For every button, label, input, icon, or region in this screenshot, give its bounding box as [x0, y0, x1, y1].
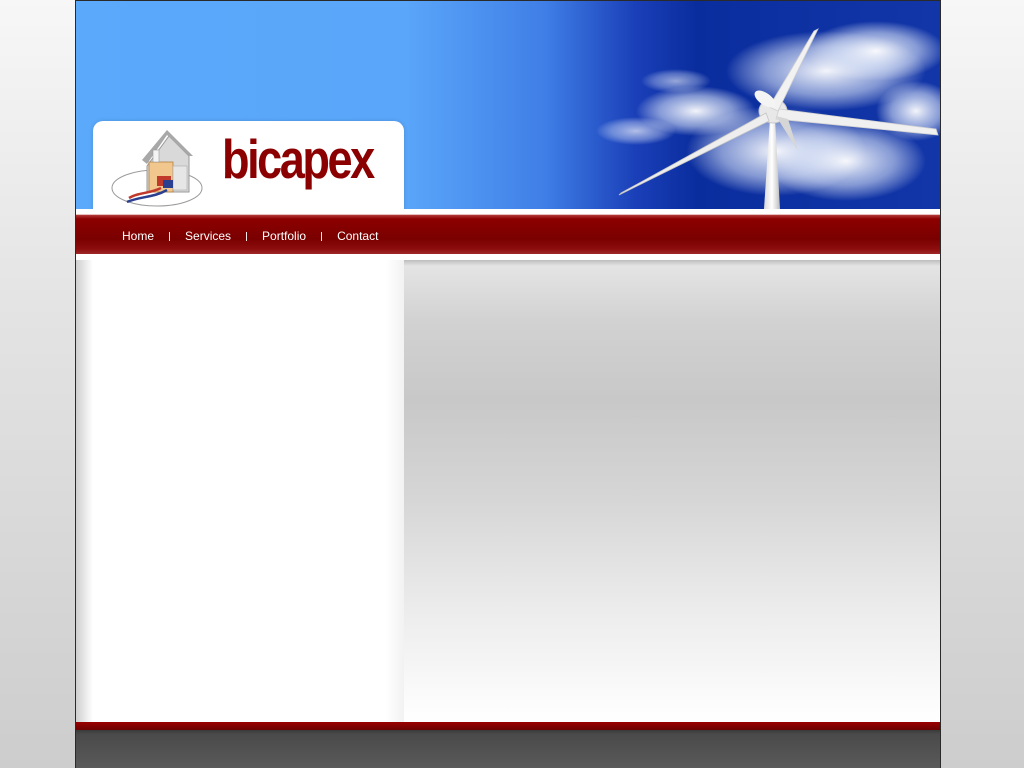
main-nav: Home Services Portfolio Contact [122, 229, 378, 243]
nav-item-home[interactable]: Home [122, 229, 154, 243]
nav-item-contact[interactable]: Contact [337, 229, 378, 243]
house-heat-pump-icon [111, 130, 203, 207]
main-nav-bar: Home Services Portfolio Contact [76, 214, 940, 254]
brand-logo-text[interactable]: bicapex [222, 126, 375, 192]
sidebar-column [76, 260, 404, 722]
nav-separator [169, 231, 171, 241]
footer-bar [76, 730, 940, 768]
nav-separator [321, 231, 323, 241]
footer-accent-line [76, 722, 940, 730]
header-banner: bicapex [76, 1, 940, 209]
nav-separator [246, 231, 248, 241]
nav-item-portfolio[interactable]: Portfolio [262, 229, 306, 243]
content-area [76, 260, 940, 722]
main-column [404, 260, 940, 722]
page-container: bicapex Home Services Portfolio Contact [75, 0, 941, 768]
nav-item-services[interactable]: Services [185, 229, 231, 243]
logo-panel: bicapex [93, 121, 404, 209]
